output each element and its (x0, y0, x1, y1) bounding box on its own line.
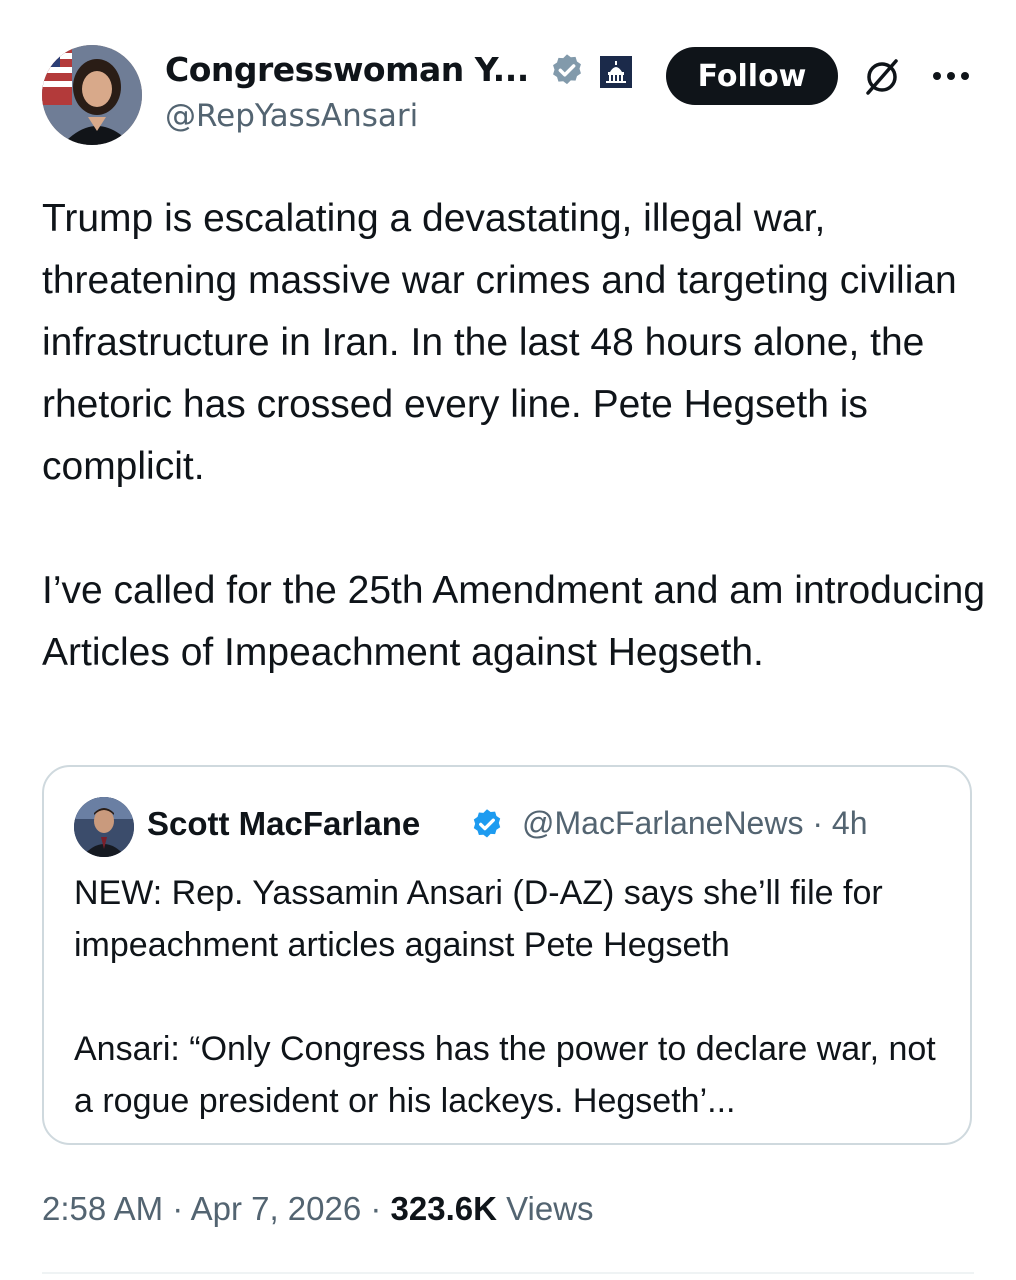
views-count[interactable]: 323.6K (391, 1190, 497, 1227)
quote-paragraph: NEW: Rep. Yassamin Ansari (D-AZ) says sh… (74, 874, 883, 964)
timestamp[interactable]: 2:58 AM · Apr 7, 2026 · (42, 1190, 391, 1227)
quote-text: NEW: Rep. Yassamin Ansari (D-AZ) says sh… (74, 867, 954, 1127)
author-avatar[interactable] (42, 45, 142, 145)
verified-blue-badge-icon (469, 807, 505, 843)
verified-gray-badge-icon[interactable] (548, 52, 586, 90)
quoted-tweet[interactable]: Scott MacFarlane @MacFarlaneNews · 4h NE… (42, 765, 972, 1145)
author-handle[interactable]: @RepYassAnsari (165, 98, 418, 134)
capitol-government-icon[interactable] (600, 56, 632, 88)
tweet: Congresswoman Y... @RepYassAnsari Follow (0, 0, 1016, 1280)
quote-paragraph: Ansari: “Only Congress has the power to … (74, 1030, 936, 1120)
views-label: Views (496, 1190, 594, 1227)
tweet-paragraph: I’ve called for the 25th Amendment and a… (42, 569, 986, 674)
quote-author-avatar[interactable] (74, 797, 134, 857)
follow-button[interactable]: Follow (666, 47, 838, 105)
more-options-icon[interactable] (930, 68, 972, 82)
grok-icon[interactable] (860, 55, 904, 99)
quote-author-handle-time[interactable]: @MacFarlaneNews · 4h (522, 805, 867, 842)
tweet-paragraph: Trump is escalating a devastating, illeg… (42, 197, 957, 488)
author-name[interactable]: Congresswoman Y... (165, 50, 529, 89)
tweet-meta: 2:58 AM · Apr 7, 2026 · 323.6K Views (42, 1190, 594, 1228)
tweet-text: Trump is escalating a devastating, illeg… (42, 188, 992, 684)
quote-author-name[interactable]: Scott MacFarlane (147, 805, 420, 843)
divider (42, 1272, 974, 1274)
